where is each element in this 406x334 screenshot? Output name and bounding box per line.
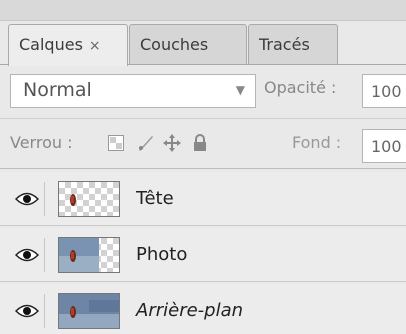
opacity-input[interactable]: 100 [362,74,406,108]
eye-icon [15,248,39,262]
chevron-down-icon: ▼ [235,83,245,97]
visibility-toggle[interactable] [10,294,45,328]
layer-thumbnail [58,293,120,329]
lock-row: Verrou : Fond : 100 [0,119,406,169]
eye-icon [15,192,39,206]
panel-tabs: Calques × Couches Tracés [8,24,406,66]
blend-row: Normal ▼ Opacité : 100 [0,66,406,118]
blend-mode-select[interactable]: Normal ▼ [10,74,256,108]
layer-row[interactable]: Arrière-plan [0,284,406,334]
close-icon[interactable]: × [89,38,101,54]
blend-mode-value: Normal [23,79,92,101]
lock-label: Verrou : [10,133,73,152]
layers-panel: Calques × Couches Tracés Normal ▼ Opacité… [0,0,406,334]
fill-input[interactable]: 100 [362,129,406,163]
padlock-icon[interactable] [190,133,210,153]
tab-paths-label: Tracés [259,35,310,54]
fill-label: Fond : [292,133,342,152]
visibility-toggle[interactable] [10,238,45,272]
tab-paths[interactable]: Tracés [248,24,338,64]
layer-row[interactable]: Tête [0,172,406,226]
panel-top-strip [0,0,406,21]
layer-name: Tête [136,188,174,209]
opacity-label: Opacité : [264,78,337,97]
layer-name: Photo [136,244,188,265]
eye-icon [15,304,39,318]
layer-row[interactable]: Photo [0,228,406,282]
visibility-toggle[interactable] [10,182,45,216]
tab-layers[interactable]: Calques × [8,24,128,66]
layer-thumbnail [58,237,120,273]
layer-thumbnail [58,181,120,217]
brush-icon[interactable] [136,133,156,153]
lock-transparent-icon[interactable] [106,133,126,153]
tab-channels-label: Couches [140,35,209,54]
layer-name: Arrière-plan [136,300,244,321]
move-icon[interactable] [162,133,182,153]
tab-layers-label: Calques [19,35,83,54]
divider [0,168,406,169]
tab-channels[interactable]: Couches [129,24,247,64]
